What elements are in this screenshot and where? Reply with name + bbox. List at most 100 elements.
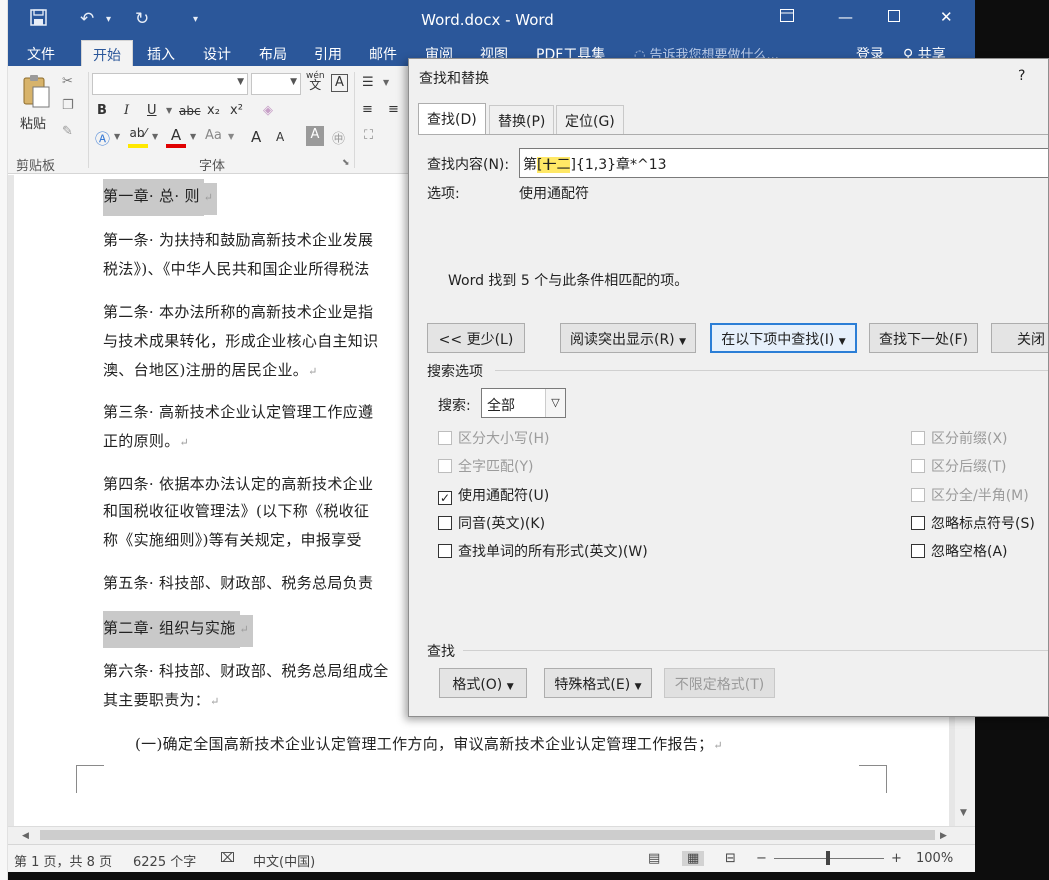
less-button[interactable]: << 更少(L): [427, 323, 525, 353]
tab-goto[interactable]: 定位(G): [556, 105, 624, 134]
find-in-button[interactable]: 在以下项中查找(I) ▼: [710, 323, 857, 353]
underline-button[interactable]: U: [147, 103, 157, 118]
zoom-slider-thumb[interactable]: [826, 851, 830, 865]
chevron-down-icon[interactable]: ▼: [166, 106, 172, 115]
cut-icon[interactable]: ✂: [62, 74, 73, 89]
close-icon[interactable]: ✕: [940, 8, 953, 26]
align-left-icon[interactable]: ≡: [362, 102, 373, 117]
match-width-checkbox[interactable]: 区分全/半角(M): [911, 485, 1029, 505]
char-border-icon[interactable]: A: [331, 74, 348, 92]
status-bar: 第 1 页，共 8 页 6225 个字 ⌧ 中文(中国) ▤ ▦ ⊟ − + 1…: [0, 844, 975, 872]
copy-icon[interactable]: ❐: [62, 98, 74, 113]
doc-heading: 第一章· 总· 则: [103, 179, 204, 216]
help-button[interactable]: ?: [1018, 68, 1025, 84]
special-format-button[interactable]: 特殊格式(E) ▼: [544, 668, 652, 698]
clear-format-icon[interactable]: ◈: [263, 103, 273, 118]
whole-word-checkbox[interactable]: 全字匹配(Y): [438, 456, 533, 476]
dialog-title: 查找和替换: [419, 71, 489, 87]
scroll-down-icon[interactable]: ▼: [960, 808, 967, 818]
web-layout-icon[interactable]: ⊟: [725, 851, 736, 866]
chevron-down-icon[interactable]: ▼: [152, 132, 158, 141]
paragraph-mark: ↵: [239, 615, 254, 647]
scroll-right-icon[interactable]: ▶: [940, 831, 947, 841]
chevron-down-icon[interactable]: ▼: [190, 132, 196, 141]
proofing-icon[interactable]: ⌧: [220, 851, 235, 866]
paragraph-mark: ↵: [210, 695, 220, 708]
reading-highlight-button[interactable]: 阅读突出显示(R) ▼: [560, 323, 696, 353]
all-word-forms-checkbox[interactable]: 查找单词的所有形式(英文)(W): [438, 541, 648, 561]
phonetic-guide-icon[interactable]: wén 文: [306, 72, 325, 92]
group-separator: [354, 72, 355, 168]
use-wildcards-checkbox[interactable]: ✓ 使用通配符(U): [438, 485, 549, 505]
find-text-prefix: 第: [523, 157, 537, 173]
search-direction-select[interactable]: 全部 ▽: [481, 388, 566, 418]
zoom-in-icon[interactable]: +: [891, 851, 902, 866]
dialog-launcher-icon[interactable]: ⬊: [342, 158, 350, 168]
tab-find[interactable]: 查找(D): [418, 103, 486, 135]
format-painter-icon[interactable]: ✎: [62, 124, 73, 139]
strikethrough-button[interactable]: abc: [179, 104, 201, 118]
ignore-spaces-checkbox[interactable]: 忽略空格(A): [911, 541, 1008, 561]
tab-layout[interactable]: 布局: [259, 44, 287, 64]
word-count[interactable]: 6225 个字: [133, 851, 196, 870]
minimize-icon[interactable]: —: [838, 8, 853, 26]
paste-button[interactable]: [20, 74, 52, 114]
phonetic-bottom: 文: [309, 78, 322, 92]
horizontal-scrollbar[interactable]: ◀ ▶: [0, 826, 975, 844]
ribbon-display-icon[interactable]: [780, 8, 794, 26]
enclose-char-icon[interactable]: ㊥: [332, 128, 345, 147]
maximize-icon[interactable]: [888, 8, 900, 26]
match-suffix-checkbox[interactable]: 区分后缀(T): [911, 456, 1006, 476]
checkbox-box: [911, 488, 925, 502]
close-button[interactable]: 关闭: [991, 323, 1048, 353]
chevron-down-icon[interactable]: ▼: [114, 132, 120, 141]
shrink-font-button[interactable]: A: [276, 130, 284, 144]
sounds-like-checkbox[interactable]: 同音(英文)(K): [438, 513, 545, 533]
check-icon: ✓: [438, 491, 452, 505]
subscript-button[interactable]: x₂: [207, 103, 220, 118]
font-name-combo[interactable]: ▼: [92, 73, 248, 95]
checkbox-label: 区分大小写(H): [458, 431, 550, 447]
bold-button[interactable]: B: [97, 103, 107, 118]
highlight-color-icon[interactable]: ab⁄: [128, 126, 148, 148]
tab-insert[interactable]: 插入: [147, 44, 175, 64]
tab-design[interactable]: 设计: [203, 44, 231, 64]
chevron-down-icon: ▼: [634, 682, 642, 692]
chevron-down-icon[interactable]: ▼: [228, 132, 234, 141]
read-mode-icon[interactable]: ▤: [648, 851, 660, 866]
no-formatting-button[interactable]: 不限定格式(T): [664, 668, 775, 698]
char-shading-button[interactable]: A: [306, 126, 324, 146]
zoom-out-icon[interactable]: −: [756, 851, 767, 866]
change-case-button[interactable]: Aa: [205, 128, 222, 143]
chevron-down-icon[interactable]: ▼: [383, 78, 389, 87]
font-size-combo[interactable]: ▼: [251, 73, 301, 95]
match-prefix-checkbox[interactable]: 区分前缀(X): [911, 428, 1008, 448]
match-case-checkbox[interactable]: 区分大小写(H): [438, 428, 549, 448]
tab-references[interactable]: 引用: [314, 44, 342, 64]
scroll-left-icon[interactable]: ◀: [22, 831, 29, 841]
ignore-punctuation-checkbox[interactable]: 忽略标点符号(S): [911, 513, 1035, 533]
scroll-thumb[interactable]: [40, 830, 935, 840]
bullets-icon[interactable]: ☰: [362, 75, 374, 90]
text-effects-icon[interactable]: Ⓐ: [95, 128, 110, 149]
tab-home[interactable]: 开始: [81, 40, 133, 67]
tab-mailings[interactable]: 邮件: [369, 44, 397, 64]
zoom-level[interactable]: 100%: [916, 851, 953, 866]
shading-icon[interactable]: ⛶: [364, 128, 373, 143]
tab-replace[interactable]: 替换(P): [489, 105, 555, 134]
center-icon[interactable]: ≡: [388, 102, 399, 117]
italic-button[interactable]: I: [124, 103, 129, 118]
title-bar: ↶ ▾ ↻ ▾ Word.docx - Word — ✕: [0, 0, 975, 40]
find-next-button[interactable]: 查找下一处(F): [869, 323, 978, 353]
find-text-selected: [一二: [537, 157, 571, 173]
superscript-button[interactable]: x²: [230, 103, 243, 118]
page-count[interactable]: 第 1 页，共 8 页: [14, 851, 112, 870]
doc-line-text: 税法》)、《中华人民共和国企业所得税法: [103, 260, 370, 278]
font-color-icon[interactable]: A: [166, 126, 186, 148]
tab-file[interactable]: 文件: [27, 44, 55, 64]
format-button[interactable]: 格式(O) ▼: [439, 668, 527, 698]
print-layout-icon[interactable]: ▦: [682, 851, 705, 866]
language-indicator[interactable]: 中文(中国): [253, 851, 315, 870]
grow-font-button[interactable]: A: [251, 128, 261, 146]
find-what-input[interactable]: 第[一二]{1,3}章*^13: [519, 148, 1048, 178]
